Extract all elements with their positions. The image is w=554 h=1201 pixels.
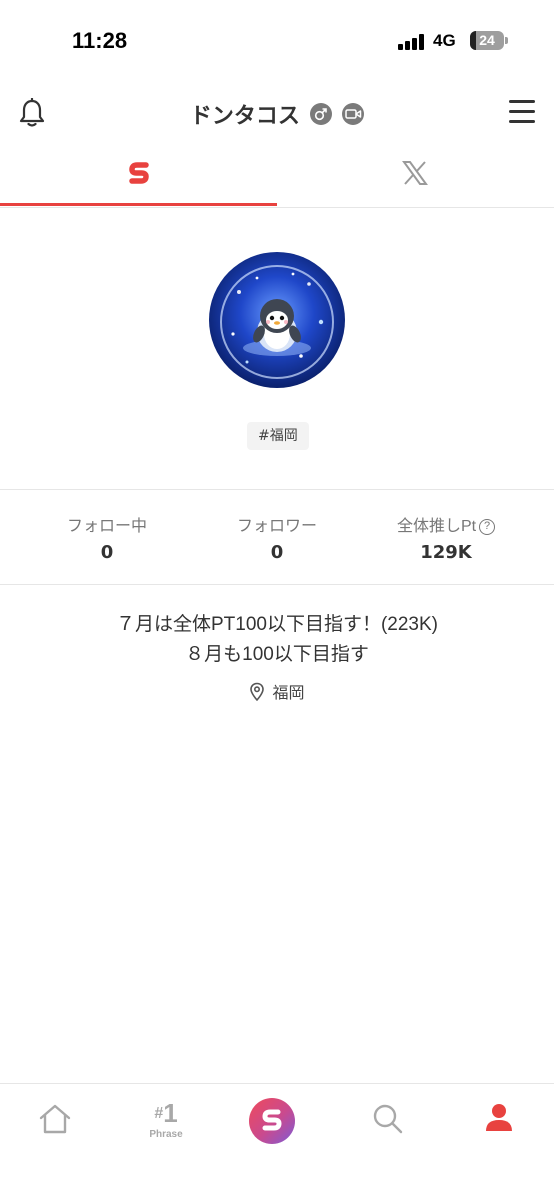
nav-search[interactable] — [333, 1084, 443, 1164]
nav-profile[interactable] — [444, 1084, 554, 1164]
nav-home[interactable] — [0, 1084, 110, 1164]
active-tab-indicator — [0, 203, 277, 206]
profile-icon — [486, 1104, 512, 1131]
stat-following[interactable]: フォロー中 0 — [17, 512, 197, 563]
location-pin-icon — [250, 682, 265, 702]
status-bar: 11:28 4G 24 — [0, 0, 554, 80]
stat-value: 0 — [100, 542, 114, 563]
stat-total-points[interactable]: 全体推しPt? 129K — [356, 512, 536, 563]
profile-bio: ７月は全体PT100以下目指す！(223K) ８月も100以下目指す — [0, 610, 554, 670]
tab-app[interactable] — [0, 145, 277, 206]
stat-followers[interactable]: フォロワー 0 — [187, 512, 367, 563]
battery-icon: 24 — [470, 31, 504, 50]
bio-line: ８月も100以下目指す — [185, 644, 369, 665]
stat-value: 0 — [270, 542, 284, 563]
stat-label-wrap: 全体推しPt? — [356, 512, 536, 536]
title-area: ドンタコス — [0, 98, 554, 130]
stat-label: フォロワー — [236, 518, 317, 535]
bio-line: ７月は全体PT100以下目指す！(223K) — [115, 614, 438, 635]
hashtag-chip[interactable]: #福岡 — [247, 422, 309, 450]
location-text: 福岡 — [272, 683, 305, 702]
tab-x[interactable] — [277, 145, 554, 205]
network-label: 4G — [433, 31, 456, 50]
signal-icon — [398, 34, 426, 50]
video-camera-icon — [342, 103, 365, 125]
nav-phrase[interactable]: #1 Phrase — [111, 1084, 221, 1164]
phrase-label: Phrase — [149, 1129, 183, 1140]
location: 福岡 — [0, 679, 554, 703]
divider — [0, 584, 554, 585]
status-time: 11:28 — [72, 28, 128, 53]
divider — [0, 489, 554, 490]
phrase-number: #1 — [154, 1098, 178, 1128]
home-icon — [39, 1104, 71, 1134]
nav-center[interactable] — [222, 1084, 332, 1164]
male-icon — [310, 103, 332, 125]
profile-tabs — [0, 145, 554, 208]
profile-header: ドンタコス — [0, 80, 554, 144]
bottom-navigation: #1 Phrase — [0, 1083, 554, 1201]
stat-label: 全体推しPt — [396, 518, 477, 535]
stat-label: フォロー中 — [66, 518, 147, 535]
avatar[interactable] — [209, 252, 345, 388]
center-app-button[interactable] — [249, 1098, 295, 1144]
app-logo-icon — [262, 1109, 282, 1131]
page-title: ドンタコス — [189, 104, 300, 129]
battery-level: 24 — [479, 32, 495, 48]
stat-value: 129K — [420, 542, 472, 563]
search-icon — [373, 1104, 403, 1134]
x-logo-icon — [402, 161, 428, 185]
battery-tip — [505, 37, 508, 44]
hamburger-menu-icon[interactable] — [509, 100, 535, 123]
help-icon[interactable]: ? — [479, 518, 496, 535]
app-logo-icon — [129, 162, 149, 184]
